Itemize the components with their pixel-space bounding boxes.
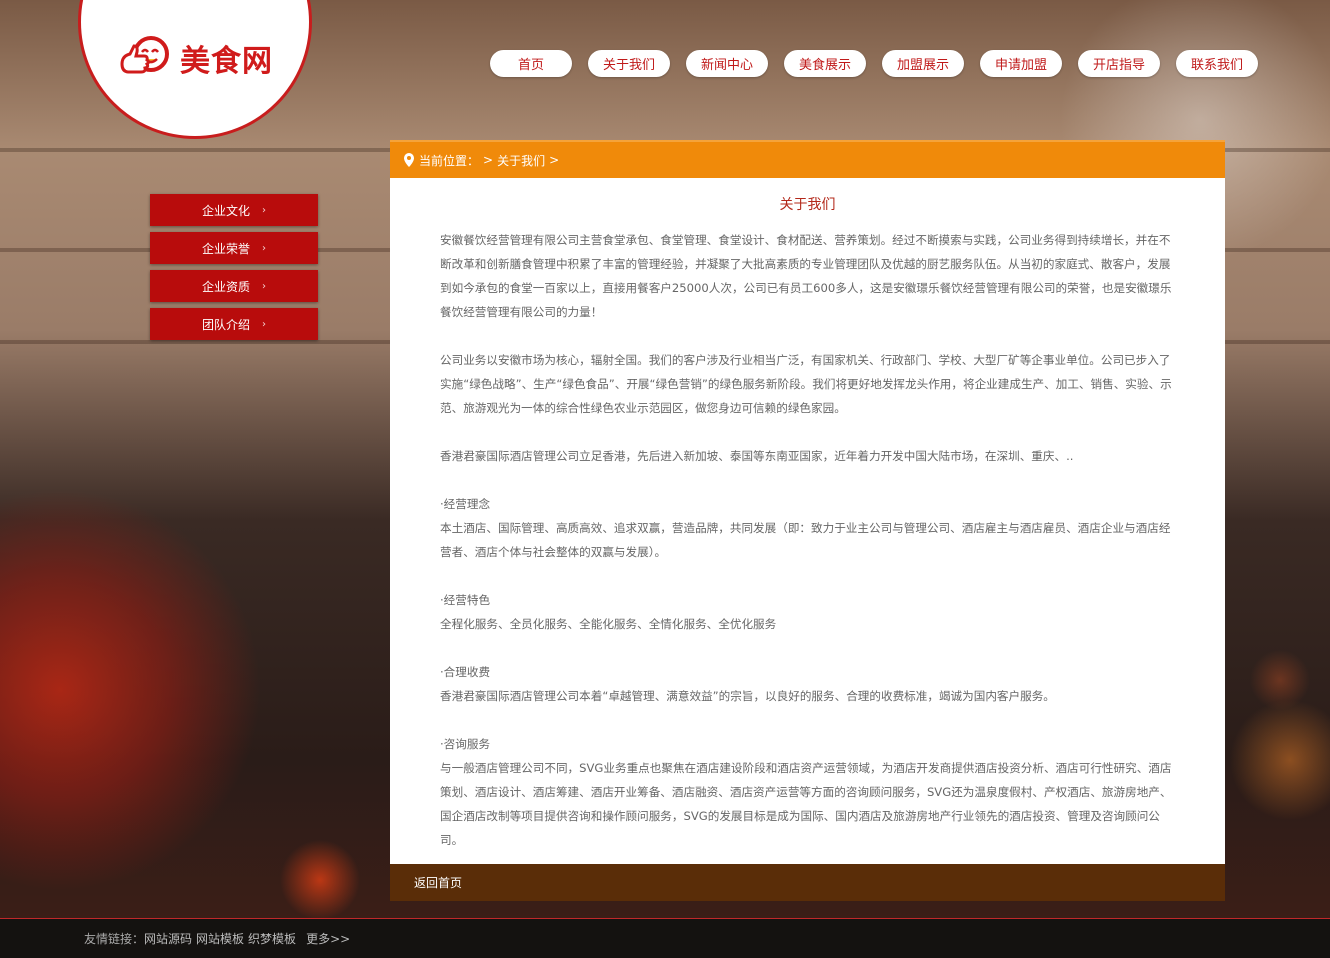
logo-text: 美食网: [180, 45, 273, 78]
nav-store-guide[interactable]: 开店指导: [1078, 50, 1160, 77]
more-links-link[interactable]: 更多>>: [306, 930, 350, 947]
friend-link[interactable]: 网站源码: [144, 930, 192, 947]
sidebar: 企业文化 › 企业荣誉 › 企业资质 › 团队介绍 ›: [150, 194, 318, 346]
chef-mascot-icon: [120, 36, 169, 74]
site-logo[interactable]: 美食网: [118, 34, 273, 82]
article-paragraph: 香港君豪国际酒店管理公司立足香港，先后进入新加坡、泰国等东南亚国家，近年着力开发…: [440, 449, 1074, 463]
nav-contact[interactable]: 联系我们: [1176, 50, 1258, 77]
nav-news[interactable]: 新闻中心: [686, 50, 768, 77]
article-paragraph: 安徽餐饮经营管理有限公司主营食堂承包、食堂管理、食堂设计、食材配送、营养策划。经…: [440, 233, 1172, 319]
breadcrumb-current[interactable]: 关于我们: [497, 152, 545, 169]
breadcrumb-separator: >: [549, 153, 560, 167]
section-heading: ·咨询服务: [440, 737, 491, 751]
location-pin-icon: [404, 153, 414, 167]
sidebar-item-qualifications[interactable]: 企业资质 ›: [150, 270, 318, 302]
sidebar-item-label: 企业文化: [201, 203, 250, 218]
section-heading: ·经营理念: [440, 497, 491, 511]
friend-links-label: 友情链接：: [84, 932, 145, 946]
sidebar-item-honors[interactable]: 企业荣誉 ›: [150, 232, 318, 264]
nav-food-showcase[interactable]: 美食展示: [784, 50, 866, 77]
friend-links: 友情链接： 网站源码 网站模板 织梦模板 更多>>: [0, 919, 1330, 958]
article-paragraph: 香港君豪国际酒店管理公司本着“卓越管理、满意效益”的宗旨，以良好的服务、合理的收…: [440, 689, 1055, 703]
friend-link[interactable]: 织梦模板: [248, 930, 296, 947]
breadcrumb: 当前位置： > 关于我们 >: [390, 140, 1225, 178]
sidebar-item-label: 企业资质: [201, 279, 250, 294]
article-paragraph: 与一般酒店管理公司不同，SVG业务重点也聚焦在酒店建设阶段和酒店资产运营领域，为…: [440, 761, 1172, 847]
page-title: 关于我们: [779, 197, 836, 213]
nav-apply-franchise[interactable]: 申请加盟: [980, 50, 1062, 77]
chevron-right-icon: ›: [262, 204, 266, 216]
section-heading: ·经营特色: [440, 593, 491, 607]
section-heading: ·合理收费: [440, 665, 491, 679]
nav-franchise-showcase[interactable]: 加盟展示: [882, 50, 964, 77]
article-paragraph: 公司业务以安徽市场为核心，辐射全国。我们的客户涉及行业相当广泛，有国家机关、行政…: [440, 353, 1172, 415]
back-home-button[interactable]: 返回首页: [390, 864, 1225, 901]
main-nav: 首页 关于我们 新闻中心 美食展示 加盟展示 申请加盟 开店指导 联系我们: [490, 50, 1274, 77]
article: 关于我们 安徽餐饮经营管理有限公司主营食堂承包、食堂管理、食堂设计、食材配送、营…: [390, 178, 1225, 864]
sidebar-item-team[interactable]: 团队介绍 ›: [150, 308, 318, 340]
chevron-right-icon: ›: [262, 242, 266, 254]
nav-about[interactable]: 关于我们: [588, 50, 670, 77]
nav-home[interactable]: 首页: [490, 50, 572, 77]
chevron-right-icon: ›: [262, 280, 266, 292]
friend-link[interactable]: 网站模板: [196, 930, 244, 947]
content-panel: 当前位置： > 关于我们 > 关于我们 安徽餐饮经营管理有限公司主营食堂承包、食…: [390, 140, 1225, 901]
breadcrumb-separator: >: [483, 153, 494, 167]
article-paragraph: 全程化服务、全员化服务、全能化服务、全情化服务、全优化服务: [440, 617, 777, 631]
sidebar-item-label: 团队介绍: [201, 317, 250, 332]
article-paragraph: 本土酒店、国际管理、高质高效、追求双赢，营造品牌，共同发展（即：致力于业主公司与…: [440, 521, 1171, 559]
sidebar-item-culture[interactable]: 企业文化 ›: [150, 194, 318, 226]
chevron-right-icon: ›: [262, 318, 266, 330]
breadcrumb-prefix: 当前位置：: [419, 153, 480, 168]
sidebar-item-label: 企业荣誉: [201, 241, 250, 256]
